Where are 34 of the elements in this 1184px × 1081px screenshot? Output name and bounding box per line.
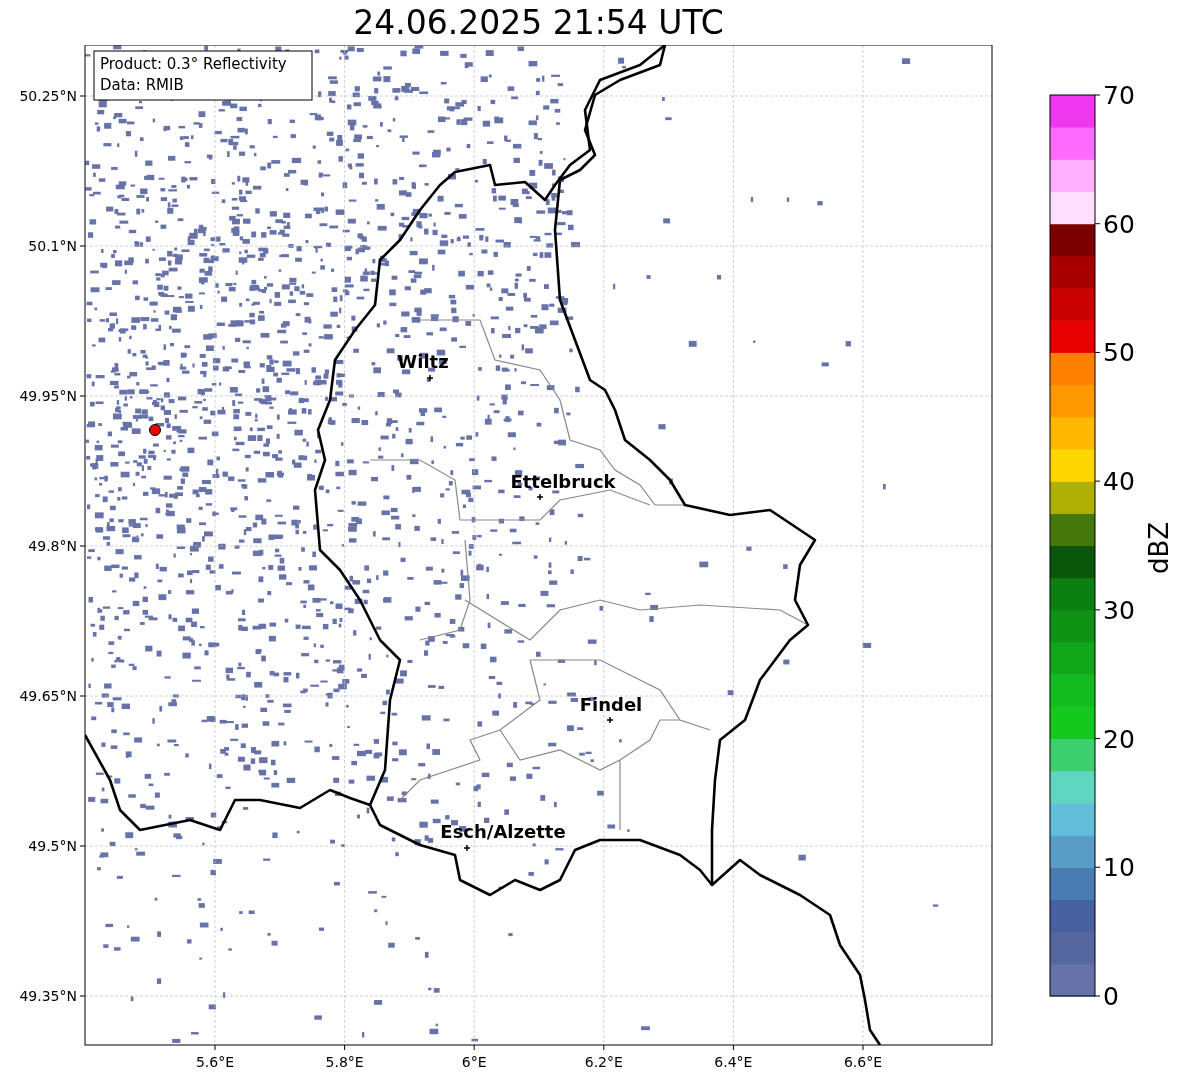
- colorbar-tick-label: 40: [1103, 467, 1135, 497]
- latitude-label: 49.65°N: [19, 688, 77, 704]
- city-marker-icon: [606, 716, 614, 724]
- city-marker-icon: [536, 493, 544, 501]
- chart-title: 24.06.2025 21:54 UTC: [353, 2, 724, 43]
- longitude-label: 6.6°E: [843, 1054, 883, 1070]
- radar-site-marker: [149, 424, 161, 436]
- city-label: Esch/Alzette: [440, 821, 566, 842]
- colorbar-tick-label: 60: [1103, 209, 1135, 239]
- latitude-label: 49.5°N: [28, 838, 77, 854]
- latitude-label: 50.1°N: [28, 238, 77, 254]
- colorbar-tick-label: 10: [1103, 853, 1135, 883]
- city-label: Wiltz: [397, 351, 449, 372]
- city-label: Ettelbruck: [510, 471, 616, 492]
- latitude-label: 49.35°N: [19, 988, 77, 1004]
- city-marker-icon: [463, 844, 471, 852]
- longitude-label: 6.4°E: [714, 1054, 753, 1070]
- colorbar-tick-label: 50: [1103, 338, 1135, 368]
- latitude-label: 50.25°N: [19, 88, 77, 104]
- longitude-label: 6.2°E: [584, 1054, 623, 1070]
- colorbar-tick-label: 30: [1103, 595, 1135, 625]
- colorbar-tick-label: 70: [1103, 81, 1135, 110]
- info-text: Product: 0.3° Reflectivity: [100, 55, 287, 73]
- info-text: Data: RMIB: [100, 76, 184, 94]
- city-label: Findel: [579, 694, 643, 715]
- longitude-label: 5.6°E: [195, 1054, 235, 1070]
- colorbar-tick-label: 20: [1103, 724, 1135, 754]
- longitude-label: 6°E: [461, 1054, 487, 1070]
- longitude-label: 5.8°E: [325, 1054, 364, 1070]
- latitude-label: 49.8°N: [28, 538, 77, 554]
- latitude-label: 49.95°N: [19, 388, 77, 404]
- colorbar-title: dBZ: [1144, 521, 1174, 575]
- colorbar-tick-label: 0: [1103, 982, 1119, 1011]
- city-marker-icon: [426, 374, 434, 382]
